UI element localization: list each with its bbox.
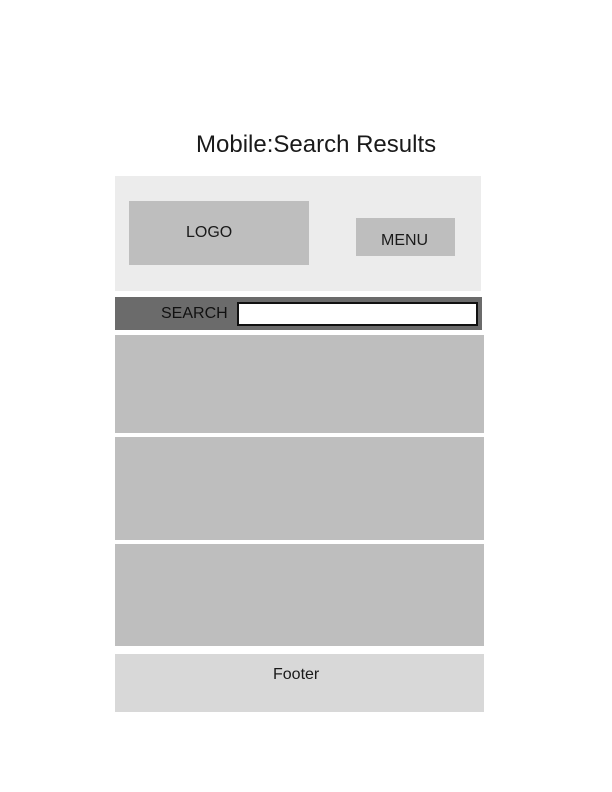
logo[interactable]: LOGO: [129, 201, 309, 265]
header: LOGO MENU: [115, 176, 481, 291]
search-result-1[interactable]: [115, 335, 484, 433]
page-title: Mobile:Search Results: [196, 131, 437, 158]
menu-label: MENU: [381, 232, 429, 249]
search-input[interactable]: [237, 302, 478, 326]
footer: Footer: [115, 654, 484, 712]
logo-label: LOGO: [186, 224, 233, 241]
footer-label: Footer: [273, 666, 320, 683]
search-result-3[interactable]: [115, 544, 484, 646]
search-bar: SEARCH: [115, 297, 482, 330]
menu-button[interactable]: MENU: [356, 218, 455, 256]
search-label: SEARCH: [161, 305, 228, 322]
search-result-2[interactable]: [115, 437, 484, 540]
